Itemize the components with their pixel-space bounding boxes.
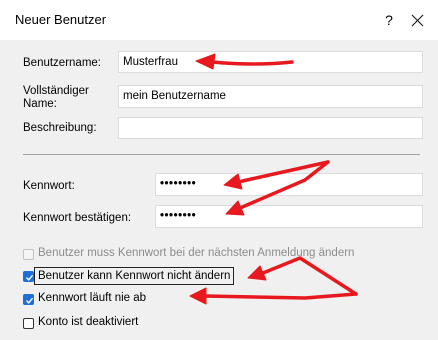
password-field[interactable]: ••••••••	[155, 173, 423, 196]
password-label: Kennwort:	[23, 180, 75, 192]
option-account-disabled[interactable]: Konto ist deaktiviert	[23, 316, 183, 332]
title-bar: Neuer Benutzer ?	[0, 0, 438, 40]
checkbox-password-never-expires[interactable]	[23, 294, 34, 305]
checkmark-icon	[26, 297, 34, 304]
description-field[interactable]	[118, 117, 423, 139]
fullname-field[interactable]: mein Benutzername	[118, 85, 423, 108]
confirm-password-label: Kennwort bestätigen:	[23, 212, 132, 224]
checkmark-icon	[26, 274, 34, 281]
option-label[interactable]: Konto ist deaktiviert	[38, 316, 138, 328]
option-label: Benutzer muss Kennwort bei der nächsten …	[38, 247, 355, 259]
fullname-label-line2: Name:	[23, 98, 57, 110]
fullname-label-line1: Vollständiger	[23, 85, 89, 97]
option-cannot-change-password[interactable]: Benutzer kann Kennwort nicht ändern	[23, 267, 263, 285]
checkbox-account-disabled[interactable]	[23, 318, 34, 329]
option-password-never-expires[interactable]: Kennwort läuft nie ab	[23, 292, 183, 308]
arrow-icon	[189, 287, 358, 305]
confirm-password-field[interactable]: ••••••••	[155, 205, 423, 228]
window-title: Neuer Benutzer	[15, 12, 107, 27]
option-label[interactable]: Benutzer kann Kennwort nicht ändern	[33, 267, 235, 285]
checkbox-must-change-password	[23, 249, 34, 260]
username-label: Benutzername:	[23, 57, 101, 69]
close-icon	[411, 14, 424, 27]
option-must-change-password: Benutzer muss Kennwort bei der nächsten …	[23, 247, 383, 263]
option-label[interactable]: Kennwort läuft nie ab	[38, 292, 146, 304]
separator	[23, 154, 420, 155]
close-button[interactable]	[398, 6, 438, 34]
arrow-icon	[247, 256, 358, 296]
checkbox-cannot-change-password[interactable]	[23, 271, 34, 282]
username-field[interactable]: Musterfrau	[118, 51, 423, 73]
description-label: Beschreibung:	[23, 122, 97, 134]
